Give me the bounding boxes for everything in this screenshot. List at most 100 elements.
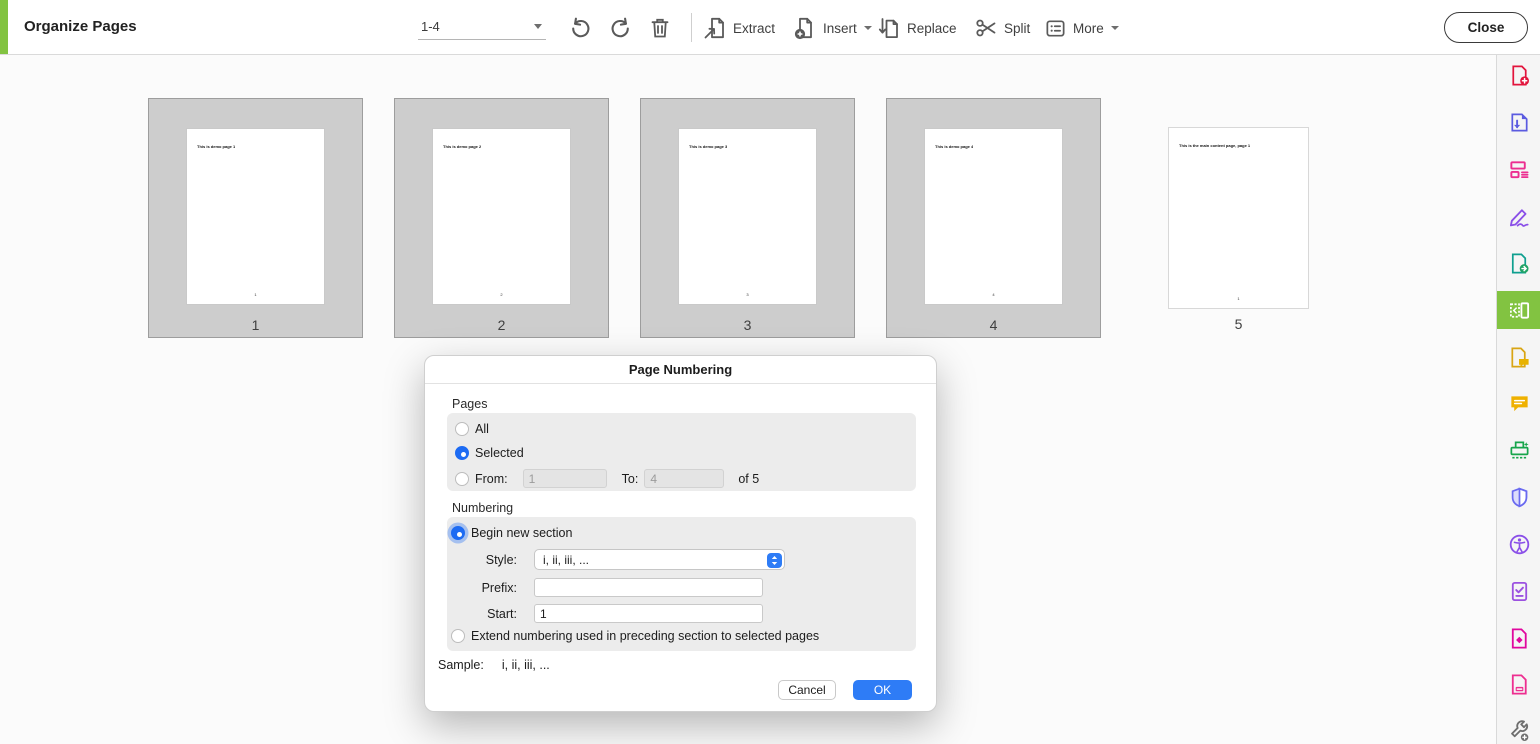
numbering-option-extend[interactable]: Extend numbering used in preceding secti…	[451, 629, 819, 643]
extract-button[interactable]: Extract	[703, 12, 775, 44]
sidebar-item-fill-and-sign[interactable]	[1497, 197, 1540, 235]
sidebar-item-request-e-signatures[interactable]	[1497, 338, 1540, 376]
radio-extend-numbering[interactable]	[451, 629, 465, 643]
page-preview-number: 4	[925, 292, 1062, 297]
organize-pages-icon	[1508, 299, 1531, 322]
ok-button[interactable]: OK	[853, 680, 912, 700]
scan-ocr-icon	[1508, 439, 1531, 462]
numbering-option-begin[interactable]: Begin new section	[451, 526, 572, 540]
page-preview-text: This is demo page 3	[689, 144, 727, 149]
pages-groupbox: All Selected From: To: of 5	[447, 413, 916, 491]
radio-from[interactable]	[455, 472, 469, 486]
start-input[interactable]	[534, 604, 763, 623]
page-range-dropdown[interactable]: 1-4	[418, 13, 546, 40]
extract-page-icon	[703, 16, 727, 40]
page-title: Organize Pages	[24, 18, 137, 35]
sidebar-item-send-for-review[interactable]	[1497, 244, 1540, 282]
page-number-label: 2	[395, 317, 608, 333]
page-preview-text: This is demo page 2	[443, 144, 481, 149]
sample-label: Sample:	[438, 658, 484, 672]
rotate-left-button[interactable]	[564, 12, 596, 44]
cancel-label: Cancel	[788, 683, 825, 697]
page-preview: This is demo page 2 2	[432, 128, 571, 305]
scissors-icon	[974, 16, 998, 40]
sidebar-item-protect[interactable]	[1497, 478, 1540, 516]
page-thumbnail-5[interactable]: This is the main content page, page 1 1 …	[1131, 98, 1346, 338]
page-preview-text: This is demo page 1	[197, 144, 235, 149]
sidebar-item-compress-pdf[interactable]	[1497, 665, 1540, 703]
style-select[interactable]: i, ii, iii, ...	[534, 549, 785, 570]
radio-begin-new-section[interactable]	[451, 526, 465, 540]
style-value: i, ii, iii, ...	[535, 553, 589, 567]
pages-option-all[interactable]: All	[455, 422, 489, 436]
radio-selected[interactable]	[455, 446, 469, 460]
sidebar-item-create-pdf[interactable]	[1497, 56, 1540, 94]
sidebar-item-export-pdf[interactable]	[1497, 103, 1540, 141]
page-number-label: 5	[1131, 316, 1346, 332]
sample-value: i, ii, iii, ...	[502, 658, 550, 672]
close-button[interactable]: Close	[1444, 12, 1528, 43]
page-thumbnail-4[interactable]: This is demo page 4 4 4	[886, 98, 1101, 338]
pages-option-from[interactable]: From: To: of 5	[455, 469, 759, 488]
chevron-down-icon	[534, 24, 542, 29]
sidebar-item-scan-and-ocr[interactable]	[1497, 431, 1540, 469]
insert-page-icon	[793, 16, 817, 40]
sidebar-item-add-tools[interactable]	[1497, 712, 1540, 744]
style-row: Style: i, ii, iii, ...	[451, 549, 785, 570]
sample-row: Sample: i, ii, iii, ...	[438, 658, 550, 672]
rotate-counterclockwise-icon	[568, 16, 593, 41]
shield-icon	[1508, 486, 1531, 509]
page-minus-icon	[1508, 673, 1531, 696]
rotate-right-button[interactable]	[604, 12, 636, 44]
prefix-input[interactable]	[534, 578, 763, 597]
extend-numbering-label: Extend numbering used in preceding secti…	[471, 629, 819, 643]
insert-label: Insert	[823, 21, 857, 36]
all-label: All	[475, 422, 489, 436]
send-page-icon	[1508, 252, 1531, 275]
sidebar-item-add-rich-media[interactable]	[1497, 619, 1540, 657]
page-number-label: 1	[149, 317, 362, 333]
replace-button[interactable]: Replace	[877, 12, 957, 44]
radio-all[interactable]	[455, 422, 469, 436]
from-input[interactable]	[523, 469, 607, 488]
sidebar-item-accessibility[interactable]	[1497, 525, 1540, 563]
page-preview: This is demo page 1 1	[186, 128, 325, 305]
page-number-label: 4	[887, 317, 1100, 333]
sidebar-item-organize-pages[interactable]	[1497, 291, 1540, 329]
split-button[interactable]: Split	[974, 12, 1030, 44]
extract-label: Extract	[733, 21, 775, 36]
page-thumbnail-1[interactable]: This is demo page 1 1 1	[148, 98, 363, 338]
sidebar-item-comment[interactable]	[1497, 384, 1540, 422]
chevron-down-icon	[1111, 26, 1119, 30]
pages-option-selected[interactable]: Selected	[455, 446, 524, 460]
page-preview: This is the main content page, page 1 1	[1168, 127, 1309, 309]
page-preview-text: This is demo page 4	[935, 144, 973, 149]
tools-rail	[1496, 55, 1540, 744]
numbering-section-label: Numbering	[452, 501, 513, 515]
page-thumbnail-3[interactable]: This is demo page 3 3 3	[640, 98, 855, 338]
trash-icon	[648, 16, 672, 40]
toolbar-divider	[691, 13, 692, 42]
stepper-icon	[767, 553, 782, 568]
delete-pages-button[interactable]	[644, 12, 676, 44]
sidebar-item-edit-pdf[interactable]	[1497, 150, 1540, 188]
insert-button[interactable]: Insert	[793, 12, 872, 44]
list-icon	[1044, 17, 1067, 40]
page-preview-number: 1	[1169, 296, 1308, 301]
start-label: Start:	[451, 607, 517, 621]
selected-label: Selected	[475, 446, 524, 460]
cancel-button[interactable]: Cancel	[778, 680, 836, 700]
to-input[interactable]	[644, 469, 724, 488]
rotate-clockwise-icon	[608, 16, 633, 41]
accent-bar	[0, 0, 8, 54]
pages-section-label: Pages	[452, 397, 487, 411]
from-label: From:	[475, 472, 508, 486]
more-label: More	[1073, 21, 1104, 36]
page-thumbnail-2[interactable]: This is demo page 2 2 2	[394, 98, 609, 338]
chevron-down-icon	[864, 26, 872, 30]
export-pdf-icon	[1508, 111, 1531, 134]
page-signature-icon	[1508, 346, 1531, 369]
more-button[interactable]: More	[1044, 12, 1119, 44]
close-label: Close	[1468, 20, 1505, 35]
sidebar-item-prepare-form[interactable]	[1497, 572, 1540, 610]
